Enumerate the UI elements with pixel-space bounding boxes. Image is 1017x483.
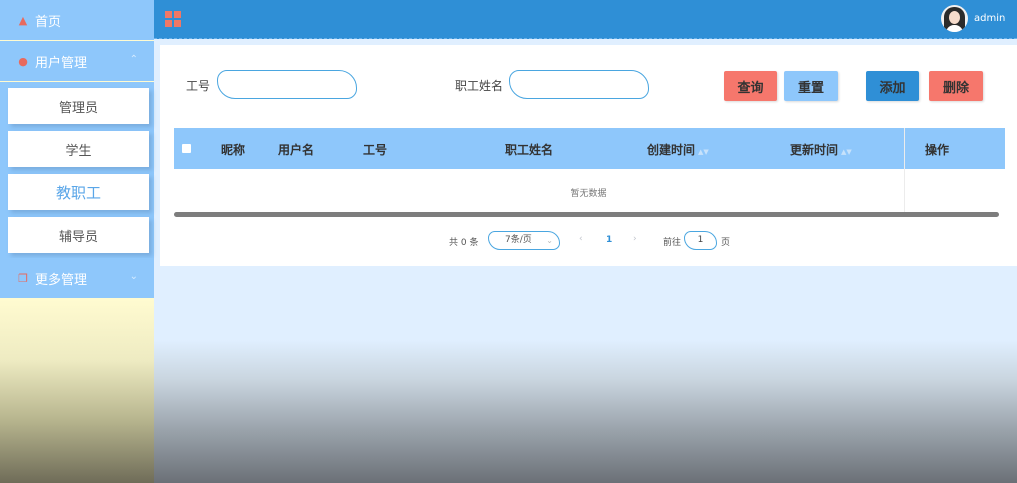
employee-no-input[interactable] [217,70,357,99]
sidebar-item-label: 学生 [65,143,92,159]
chevron-up-icon: ⌃ [129,54,138,65]
user-submenu: 管理员 学生 教职工 辅导员 [0,82,154,258]
sidebar-item-label: 教职工 [55,183,101,202]
menu-home-label: 首页 [35,14,62,30]
delete-button[interactable]: 删除 [929,71,983,101]
user-icon: ● [18,54,28,68]
page-size-select[interactable]: 7条/页 ⌄ [488,231,560,250]
sidebar: ▲ 首页 ● 用户管理 ⌃ 管理员 学生 教职工 辅导员 ❐ 更多管理 ⌄ [0,0,154,483]
home-icon: ▲ [18,13,28,27]
goto-page-input[interactable]: 1 [684,231,717,250]
sidebar-item-label: 管理员 [58,100,98,116]
avatar[interactable] [941,5,968,32]
column-actions: 操作 [925,143,950,157]
page-suffix: 页 [721,238,731,248]
chevron-down-icon: ⌄ [546,236,553,245]
menu-user-management-label: 用户管理 [35,55,88,71]
page-size-value: 7条/页 [505,235,532,245]
menu-more-management[interactable]: ❐ 更多管理 ⌄ [0,258,154,298]
menu-more-management-label: 更多管理 [35,272,88,288]
add-button[interactable]: 添加 [866,71,919,101]
menu-user-management[interactable]: ● 用户管理 ⌃ [0,41,154,81]
staff-name-label: 职工姓名 [455,79,504,93]
empty-text: 暂无数据 [570,189,607,199]
total-count: 共 0 条 [449,238,479,248]
sidebar-item-staff[interactable]: 教职工 [8,174,149,210]
horizontal-scrollbar[interactable] [174,212,999,217]
column-created-time[interactable]: 创建时间 ▲▼ [647,141,709,158]
reset-button[interactable]: 重置 [784,71,838,101]
prev-page-button[interactable]: ‹ [579,234,583,244]
column-staff-name: 职工姓名 [505,143,554,157]
menu-home[interactable]: ▲ 首页 [0,0,154,40]
column-employee-no: 工号 [363,143,388,157]
top-bar: admin [154,0,1017,39]
staff-name-input[interactable] [509,70,649,99]
sidebar-item-admin[interactable]: 管理员 [8,88,149,124]
grid-icon[interactable] [165,11,181,27]
page-number-current[interactable]: 1 [606,235,612,245]
next-page-button[interactable]: › [633,234,637,244]
main-card: 工号 职工姓名 查询 重置 添加 删除 昵称 用户名 工号 职工姓名 创建时间 ▲… [160,45,1017,266]
copy-icon: ❐ [18,271,28,285]
column-updated-time-label: 更新时间 [790,143,839,157]
sidebar-item-counselor[interactable]: 辅导员 [8,217,149,253]
column-nickname: 昵称 [221,143,246,157]
sidebar-item-student[interactable]: 学生 [8,131,149,167]
goto-label: 前往 [663,238,682,248]
sort-icon[interactable]: ▲▼ [841,148,852,156]
employee-no-label: 工号 [186,79,211,93]
column-updated-time[interactable]: 更新时间 ▲▼ [790,141,852,158]
sort-icon[interactable]: ▲▼ [698,148,709,156]
select-all-checkbox[interactable] [182,144,191,153]
username[interactable]: admin [974,13,1005,24]
column-created-time-label: 创建时间 [647,143,696,157]
fixed-column-divider [904,128,905,216]
table-header: 昵称 用户名 工号 职工姓名 创建时间 ▲▼ 更新时间 ▲▼ 操作 [174,128,1005,169]
chevron-down-icon: ⌄ [129,271,138,282]
query-button[interactable]: 查询 [724,71,777,101]
column-username: 用户名 [278,143,315,157]
sidebar-item-label: 辅导员 [58,229,98,245]
